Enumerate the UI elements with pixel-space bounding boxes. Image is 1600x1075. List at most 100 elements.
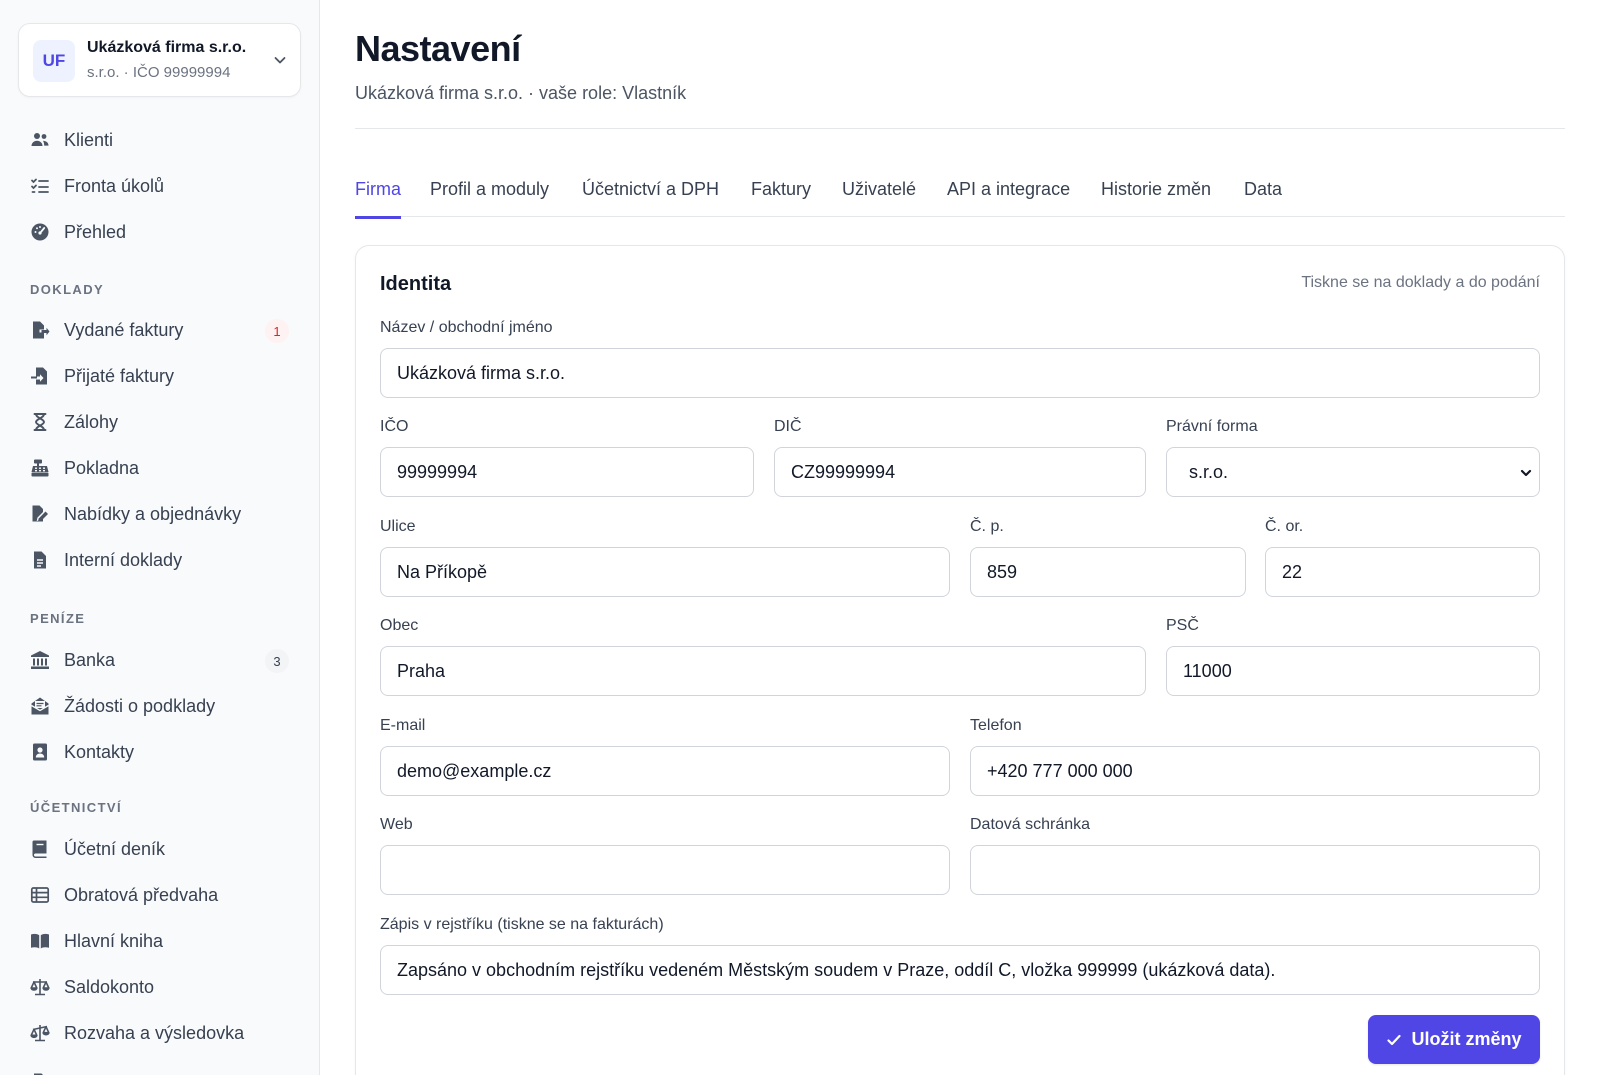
sidebar-item-label: Obratová předvaha: [64, 885, 219, 905]
sidebar-item-vydane-faktury[interactable]: Vydané faktury 1: [18, 310, 301, 350]
zip-label: PSČ: [1166, 617, 1199, 634]
sidebar-item-more[interactable]: [18, 1062, 301, 1075]
street-label: Ulice: [380, 518, 416, 535]
section-label-ucetnictvi: ÚČETNICTVÍ: [30, 800, 122, 815]
phone-field[interactable]: +420 777 000 000: [970, 746, 1540, 796]
hourglass-icon: [33, 413, 47, 431]
sidebar-item-label: Interní doklady: [64, 550, 183, 570]
divider: [355, 128, 1565, 129]
sidebar-item-kontakty[interactable]: Kontakty: [18, 732, 301, 772]
org-avatar: UF: [33, 40, 75, 82]
sidebar-item-label: Fronta úkolů: [64, 176, 165, 196]
city-field[interactable]: Praha: [380, 646, 1146, 696]
file-import-icon: [31, 367, 47, 385]
address-book-icon: [33, 743, 47, 761]
house-number-label: Č. p.: [970, 518, 1004, 535]
company-name-field[interactable]: Ukázková firma s.r.o.: [380, 348, 1540, 398]
page-title: Nastavení: [355, 28, 521, 69]
sidebar-item-zadosti-o-podklady[interactable]: Žádosti o podklady: [18, 686, 301, 726]
file-signature-icon: [32, 505, 48, 522]
dashboard-gauge-icon: [31, 223, 49, 241]
sidebar-item-label: Rozvaha a výsledovka: [64, 1023, 245, 1043]
check-icon: [1387, 1034, 1402, 1045]
tab-historie-zmen[interactable]: Historie změn: [1101, 179, 1211, 216]
tab-uzivatele[interactable]: Uživatelé: [842, 179, 916, 216]
tab-api-a-integrace[interactable]: API a integrace: [947, 179, 1070, 216]
org-subtitle: s.r.o. · IČO 99999994: [87, 64, 231, 81]
registry-label: Zápis v rejstříku (tiskne se na fakturác…: [380, 916, 664, 933]
sidebar: UF Ukázková firma s.r.o. s.r.o. · IČO 99…: [0, 0, 320, 1075]
bank-icon: [31, 651, 49, 669]
dic-field[interactable]: CZ99999994: [774, 447, 1146, 497]
organization-switcher[interactable]: UF Ukázková firma s.r.o. s.r.o. · IČO 99…: [18, 23, 301, 97]
tab-ucetnictvi-a-dph[interactable]: Účetnictví a DPH: [582, 179, 719, 216]
open-book-icon: [31, 933, 49, 949]
sidebar-item-label: Banka: [64, 650, 116, 670]
sidebar-item-prijate-faktury[interactable]: Přijaté faktury: [18, 356, 301, 396]
tab-firma[interactable]: Firma: [355, 179, 401, 219]
street-field[interactable]: Na Příkopě: [380, 547, 950, 597]
task-list-icon: [31, 178, 49, 193]
registry-entry-field[interactable]: Zapsáno v obchodním rejstříku vedeném Mě…: [380, 945, 1540, 995]
sidebar-item-label: Kontakty: [64, 742, 135, 762]
orientation-number-field[interactable]: 22: [1265, 547, 1540, 597]
sidebar-item-interni-doklady[interactable]: Interní doklady: [18, 540, 301, 580]
sidebar-item-ucetni-denik[interactable]: Účetní deník: [18, 829, 301, 869]
sidebar-item-fronta-ukolu[interactable]: Fronta úkolů: [18, 166, 301, 206]
tab-profil-a-moduly[interactable]: Profil a moduly: [430, 179, 549, 216]
data-box-field[interactable]: [970, 845, 1540, 895]
ico-field[interactable]: 99999994: [380, 447, 754, 497]
chevron-down-icon: [1520, 469, 1532, 477]
notification-badge: 3: [265, 649, 289, 673]
section-label-doklady: DOKLADY: [30, 282, 105, 297]
sidebar-item-label: Hlavní kniha: [64, 931, 164, 951]
sidebar-item-klienti[interactable]: Klienti: [18, 120, 301, 160]
save-button[interactable]: Uložit změny: [1368, 1015, 1540, 1064]
legal-form-select[interactable]: s.r.o.: [1166, 447, 1540, 497]
house-number-field[interactable]: 859: [970, 547, 1246, 597]
tab-data[interactable]: Data: [1244, 179, 1282, 216]
org-name: Ukázková firma s.r.o.: [87, 39, 247, 56]
sidebar-item-label: Klienti: [64, 130, 114, 150]
sidebar-item-obratova-predvaha[interactable]: Obratová předvaha: [18, 875, 301, 915]
dic-label: DIČ: [774, 418, 802, 435]
sidebar-item-rozvaha-vysledovka[interactable]: Rozvaha a výsledovka: [18, 1013, 301, 1053]
email-field[interactable]: demo@example.cz: [380, 746, 950, 796]
cash-register-icon: [31, 459, 49, 477]
sidebar-item-label: Žádosti o podklady: [64, 696, 216, 716]
sidebar-item-hlavni-kniha[interactable]: Hlavní kniha: [18, 921, 301, 961]
legal-form-label: Právní forma: [1166, 418, 1258, 435]
sidebar-item-label: Pokladna: [64, 458, 140, 478]
sidebar-item-zalohy[interactable]: Zálohy: [18, 402, 301, 442]
journal-book-icon: [32, 840, 47, 858]
tab-faktury[interactable]: Faktury: [751, 179, 811, 216]
name-label: Název / obchodní jméno: [380, 319, 553, 336]
sidebar-item-label: Zálohy: [64, 412, 119, 432]
sidebar-item-nabidky-objednavky[interactable]: Nabídky a objednávky: [18, 494, 301, 534]
section-label-penize: PENÍZE: [30, 611, 86, 626]
sidebar-item-prehled[interactable]: Přehled: [18, 212, 301, 252]
ico-label: IČO: [380, 418, 409, 435]
sidebar-item-label: Vydané faktury: [64, 320, 184, 340]
chevron-down-icon: [274, 57, 286, 64]
file-export-icon: [33, 321, 50, 339]
sidebar-item-banka[interactable]: Banka 3: [18, 640, 301, 680]
sidebar-item-pokladna[interactable]: Pokladna: [18, 448, 301, 488]
notification-badge: 1: [265, 319, 289, 343]
table-list-icon: [30, 887, 50, 903]
legal-form-value: s.r.o.: [1189, 461, 1229, 482]
web-field[interactable]: [380, 845, 950, 895]
sidebar-item-label: Přijaté faktury: [64, 366, 175, 386]
settings-tabs: Firma Profil a moduly Účetnictví a DPH F…: [355, 172, 1565, 219]
sidebar-item-label: Účetní deník: [64, 839, 166, 859]
page-subtitle: Ukázková firma s.r.o. · vaše role: Vlast…: [355, 83, 687, 103]
sidebar-item-saldokonto[interactable]: Saldokonto: [18, 967, 301, 1007]
users-icon: [31, 133, 49, 146]
section-hint: Tiskne se na doklady a do podání: [1301, 274, 1540, 291]
scale-unbalanced-icon: [30, 1025, 50, 1042]
sidebar-item-label: Nabídky a objednávky: [64, 504, 242, 524]
file-text-icon: [34, 551, 46, 569]
phone-label: Telefon: [970, 717, 1022, 734]
zip-field[interactable]: 11000: [1166, 646, 1540, 696]
scale-balanced-icon: [30, 979, 50, 996]
